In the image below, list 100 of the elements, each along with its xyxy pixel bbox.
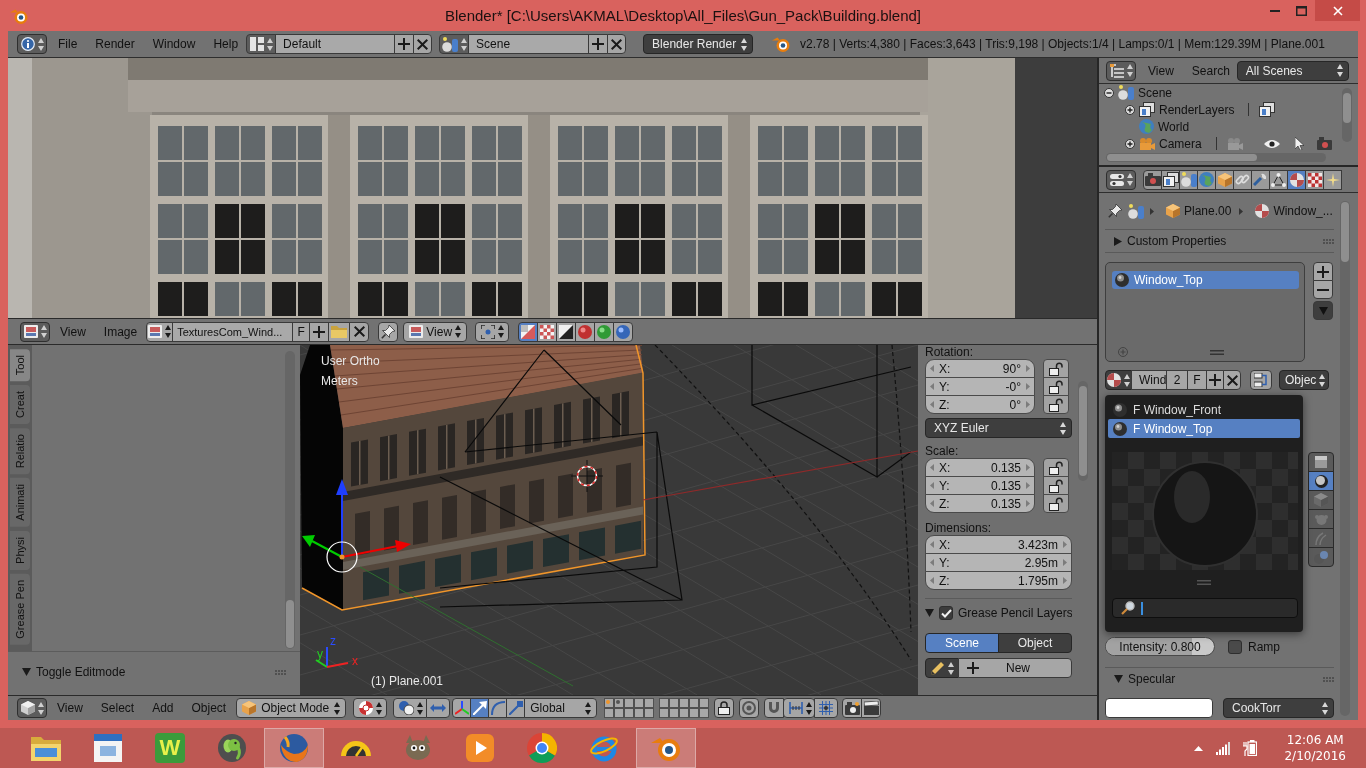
layer-button[interactable] (634, 698, 645, 708)
tree-item[interactable]: Camera (1159, 136, 1202, 151)
shelf-tab[interactable]: Grease Pen (10, 573, 30, 645)
clock-time[interactable]: 12:06 AM (1286, 732, 1344, 748)
scrollbar[interactable] (285, 351, 295, 649)
number-field[interactable]: Y: 0.135 (925, 476, 1035, 495)
taskbar-button[interactable] (264, 728, 324, 768)
toggle-button[interactable]: Object (998, 633, 1072, 653)
shelf-tab[interactable]: Tool (10, 349, 30, 382)
rotation-mode-dropdown[interactable]: XYZ Euler (925, 418, 1072, 438)
layer-button[interactable] (689, 698, 700, 708)
panel-title[interactable]: Toggle Editmode (36, 665, 126, 679)
number-field[interactable]: Z: 1.795m (925, 571, 1072, 590)
close-button[interactable] (1315, 0, 1360, 21)
context-tab[interactable] (1323, 169, 1342, 190)
add-button[interactable] (588, 34, 609, 54)
preview-type-button[interactable] (1308, 471, 1334, 491)
context-tab[interactable] (1161, 169, 1180, 190)
material-name-field[interactable]: Wind (1131, 370, 1167, 390)
link-button[interactable] (1250, 370, 1272, 390)
new-image-button[interactable] (309, 321, 330, 342)
panel-title[interactable]: Custom Properties (1127, 234, 1227, 248)
context-tab[interactable] (1269, 169, 1288, 190)
layer-button[interactable] (644, 698, 655, 708)
context-tab[interactable] (1215, 169, 1234, 190)
menu-item[interactable]: View (1141, 60, 1181, 81)
context-tab[interactable] (1179, 169, 1198, 190)
layer-button[interactable] (604, 708, 615, 718)
pivot-dropdown[interactable] (393, 698, 428, 718)
link-dropdown[interactable]: Objec (1279, 370, 1329, 390)
lock-button[interactable] (1043, 476, 1069, 495)
taskbar-button[interactable] (636, 728, 696, 768)
new-material-button[interactable] (1206, 370, 1224, 390)
panel-title[interactable]: Specular (1128, 672, 1176, 686)
search-field[interactable] (1112, 598, 1298, 618)
slot-menu-button[interactable] (1313, 301, 1333, 320)
layer-button[interactable] (699, 698, 710, 708)
manipulate-centers-button[interactable] (426, 698, 451, 718)
image-name-field[interactable]: TexturesCom_Wind... (172, 321, 294, 342)
color-swatch[interactable] (1105, 698, 1213, 718)
render-button[interactable] (842, 698, 863, 718)
context-tab[interactable] (1233, 169, 1252, 190)
lock-button[interactable] (1043, 494, 1069, 513)
scrollbar[interactable] (1342, 88, 1352, 142)
layer-button[interactable] (669, 708, 680, 718)
checkbox[interactable] (939, 606, 953, 620)
mode-dropdown[interactable]: View (403, 321, 468, 342)
menu-item[interactable]: Object (184, 698, 234, 718)
tree-item[interactable]: RenderLayers (1159, 102, 1235, 117)
menu-item[interactable]: F Window_Top (1108, 419, 1300, 438)
snap-target-button[interactable] (814, 698, 839, 718)
render-animation-button[interactable] (861, 698, 882, 718)
editor-type-menu[interactable] (20, 321, 50, 342)
layer-button[interactable] (624, 698, 635, 708)
layer-button[interactable] (659, 708, 670, 718)
editor-type-menu[interactable] (17, 698, 47, 718)
menu-item[interactable]: Render (88, 34, 142, 54)
pencil-dropdown[interactable] (925, 658, 959, 678)
snap-button[interactable] (764, 698, 785, 718)
list-item[interactable]: Window_Top (1112, 271, 1299, 289)
editor-type-menu[interactable] (1106, 60, 1136, 81)
snap-element-dropdown[interactable] (783, 698, 816, 718)
menu-item[interactable]: View (53, 321, 93, 342)
number-field[interactable]: Y: -0° (925, 377, 1035, 396)
open-image-button[interactable] (328, 321, 351, 342)
mode-dropdown[interactable]: Object Mode (236, 698, 347, 718)
layer-button[interactable] (614, 708, 625, 718)
menu-item[interactable]: Add (145, 698, 181, 718)
camera-wireframe[interactable] (439, 349, 683, 608)
layer-button[interactable] (669, 698, 680, 708)
shelf-tab[interactable]: Animati (10, 478, 30, 528)
proportional-edit-button[interactable] (739, 698, 760, 718)
menu-item[interactable]: File (51, 34, 85, 54)
orientation-dropdown[interactable]: Global (524, 698, 598, 718)
lock-button[interactable] (1043, 377, 1069, 396)
clock-date[interactable]: 2/10/2016 (1284, 748, 1346, 764)
menu-item[interactable]: F Window_Front (1108, 400, 1300, 419)
toggle-button[interactable]: Scene (925, 633, 999, 653)
add-button[interactable] (394, 34, 415, 54)
editor-type-menu[interactable] (1106, 169, 1136, 190)
tray-expand-button[interactable] (1194, 745, 1204, 751)
shelf-tab[interactable]: Creat (10, 385, 30, 425)
context-tab[interactable] (1305, 169, 1324, 190)
layer-button[interactable] (659, 698, 670, 708)
intensity-slider[interactable]: Intensity: 0.800 (1105, 637, 1215, 656)
number-field[interactable]: Z: 0° (925, 395, 1035, 414)
tree-item[interactable]: Scene (1138, 85, 1173, 100)
fake-user-button[interactable]: F (1187, 370, 1207, 390)
screen-layout-menu[interactable] (246, 34, 277, 54)
context-tab[interactable] (1287, 169, 1306, 190)
preview-type-button[interactable] (1308, 452, 1334, 472)
delete-button[interactable] (413, 34, 433, 54)
users-count-button[interactable]: 2 (1166, 370, 1188, 390)
new-layer-button[interactable]: New (958, 658, 1072, 678)
transform-gizmo[interactable] (302, 479, 411, 573)
menu-item[interactable]: Search (1184, 60, 1237, 81)
preview-type-button[interactable] (1308, 490, 1334, 510)
layer-button[interactable] (679, 708, 690, 718)
pivot-dropdown[interactable] (475, 321, 510, 342)
layer-button[interactable] (644, 708, 655, 718)
